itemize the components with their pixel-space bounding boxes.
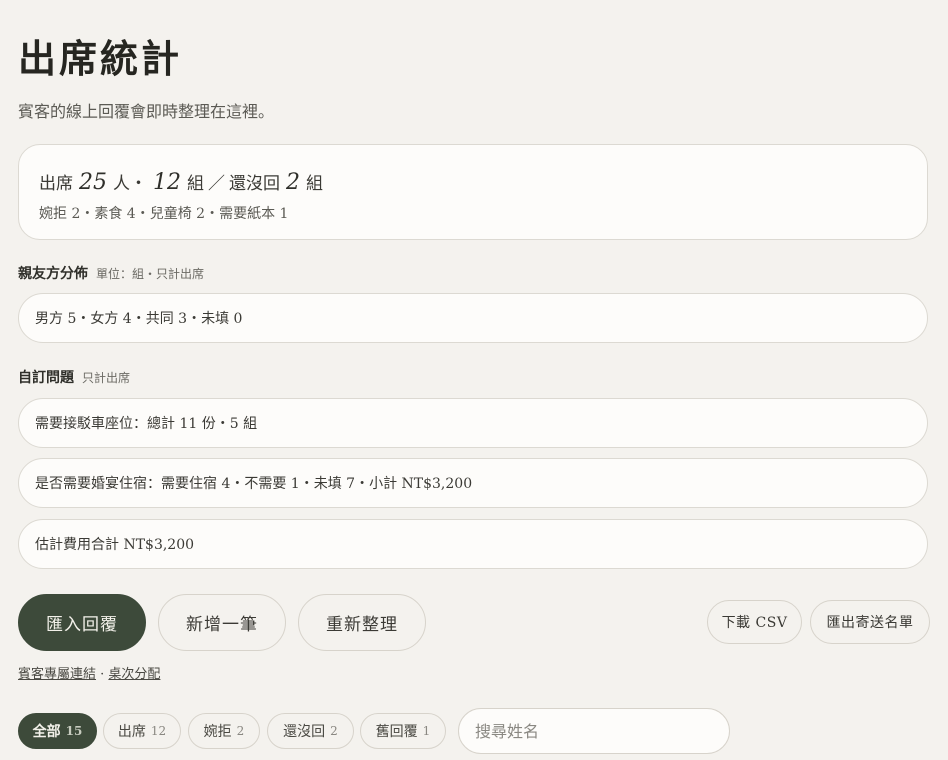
- side-distribution-note: 單位：組・只計出席: [96, 267, 205, 281]
- filter-label: 出席: [117, 724, 146, 740]
- filter-count: 1: [422, 724, 431, 738]
- pending-unit: 組: [306, 174, 323, 194]
- download-csv-button[interactable]: 下載 CSV: [707, 600, 802, 644]
- people-unit: 人・: [113, 174, 147, 194]
- filter-label: 全部: [32, 724, 61, 740]
- export-mailing-list-button[interactable]: 匯出寄送名單: [810, 600, 930, 644]
- custom-questions-heading: 自訂問題 只計出席: [18, 367, 130, 387]
- attend-people-count: 25: [79, 170, 107, 195]
- reorganize-button[interactable]: 重新整理: [298, 594, 426, 651]
- custom-question-row: 需要接駁車座位：總計 11 份・5 組: [18, 398, 928, 448]
- summary-detail: 婉拒 2・素食 4・兒童椅 2・需要紙本 1: [39, 206, 289, 222]
- page-subtitle: 賓客的線上回覆會即時整理在這裡。: [18, 102, 275, 121]
- summary-slash: ／: [208, 174, 225, 194]
- quick-links: 賓客專屬連結 · 桌次分配: [18, 663, 160, 682]
- import-replies-button[interactable]: 匯入回覆: [18, 594, 146, 651]
- pending-label: 還沒回: [229, 174, 280, 194]
- guest-links-link[interactable]: 賓客專屬連結: [18, 667, 96, 682]
- side-distribution-title: 親友方分佈: [18, 266, 88, 282]
- attend-label: 出席: [39, 174, 73, 194]
- filter-count: 12: [150, 724, 167, 738]
- links-separator: ·: [96, 667, 109, 682]
- summary-card: 出席 25 人・ 12 組 ／ 還沒回 2 組 婉拒 2・素食 4・兒童椅 2・…: [18, 144, 928, 240]
- filter-label: 婉拒: [203, 724, 232, 740]
- custom-questions-note: 只計出席: [82, 371, 131, 385]
- custom-question-row: 是否需要婚宴住宿：需要住宿 4・不需要 1・未填 7・小計 NT$3,200: [18, 458, 928, 508]
- attend-groups-count: 12: [153, 170, 181, 195]
- filter-pending[interactable]: 還沒回 2: [267, 713, 354, 749]
- pending-groups-count: 2: [286, 170, 300, 195]
- filter-old-replies[interactable]: 舊回覆 1: [360, 713, 446, 749]
- custom-question-row: 估計費用合計 NT$3,200: [18, 519, 928, 569]
- filter-declined[interactable]: 婉拒 2: [188, 713, 260, 749]
- filter-all[interactable]: 全部 15: [18, 713, 97, 749]
- filter-label: 還沒回: [283, 724, 326, 740]
- page-title: 出席統計: [18, 36, 183, 81]
- filter-count: 15: [65, 724, 83, 738]
- seating-link[interactable]: 桌次分配: [108, 667, 160, 682]
- add-entry-button[interactable]: 新增一筆: [158, 594, 286, 651]
- filter-attending[interactable]: 出席 12: [103, 713, 181, 749]
- filter-count: 2: [236, 724, 245, 738]
- groups-unit: 組: [187, 174, 204, 194]
- side-distribution-heading: 親友方分佈 單位：組・只計出席: [18, 263, 204, 283]
- summary-main: 出席 25 人・ 12 組 ／ 還沒回 2 組: [39, 169, 907, 195]
- side-distribution-card: 男方 5・女方 4・共同 3・未填 0: [18, 293, 928, 343]
- filter-count: 2: [330, 724, 338, 738]
- custom-questions-title: 自訂問題: [18, 370, 74, 386]
- filter-label: 舊回覆: [375, 724, 418, 740]
- search-name-input[interactable]: [458, 708, 730, 754]
